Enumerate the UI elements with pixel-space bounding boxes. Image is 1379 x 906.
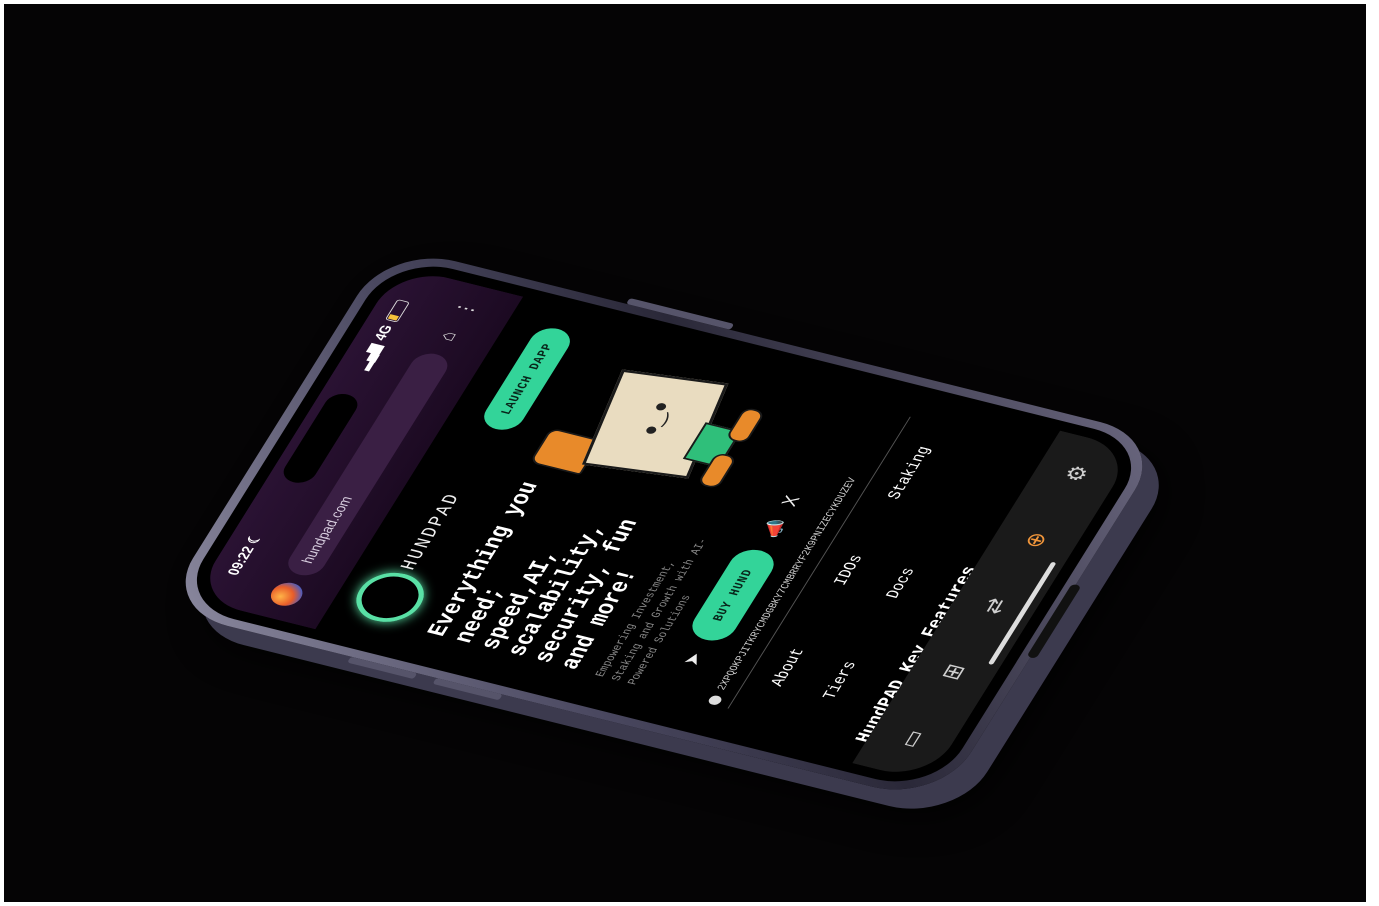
moon-icon: ☾ [243,532,267,546]
swap-icon[interactable]: ⇄ [976,595,1013,617]
telegram-icon[interactable]: ➤ [678,650,709,668]
mascot-foot-right [724,406,766,445]
battery-icon [384,299,410,323]
logo-text: HUNDPAD [396,490,467,573]
phone-device: 09:22 ☾ ▂▄▆ 4G hundpad.com ⌂ ⋮ HUNDPAD L… [161,244,1167,804]
wallet-icon[interactable]: ▭ [893,727,931,750]
status-time: 09:22 ☾ [223,532,266,577]
gear-icon[interactable]: ⚙ [1058,462,1095,485]
browser-logo-icon[interactable] [265,579,308,609]
megaphone-icon[interactable]: 📣 [758,516,793,540]
browser-menu-icon[interactable]: ⋮ [448,296,484,321]
x-icon[interactable]: X [778,494,806,509]
home-icon[interactable]: ⌂ [431,324,465,348]
clock-text: 09:22 [224,544,259,577]
signal-icon: ▂▄▆ [353,342,385,372]
mascot-face: ●‿● [635,400,675,437]
network-label: 4G [370,323,396,342]
photo-frame: 09:22 ☾ ▂▄▆ 4G hundpad.com ⌂ ⋮ HUNDPAD L… [4,4,1366,902]
globe-icon[interactable]: ⊕ [1017,529,1054,551]
phone-stage: 09:22 ☾ ▂▄▆ 4G hundpad.com ⌂ ⋮ HUNDPAD L… [4,4,1366,902]
coin-icon [707,694,724,707]
grid-icon[interactable]: ⊞ [935,661,972,683]
logo-ring-icon [345,566,436,629]
